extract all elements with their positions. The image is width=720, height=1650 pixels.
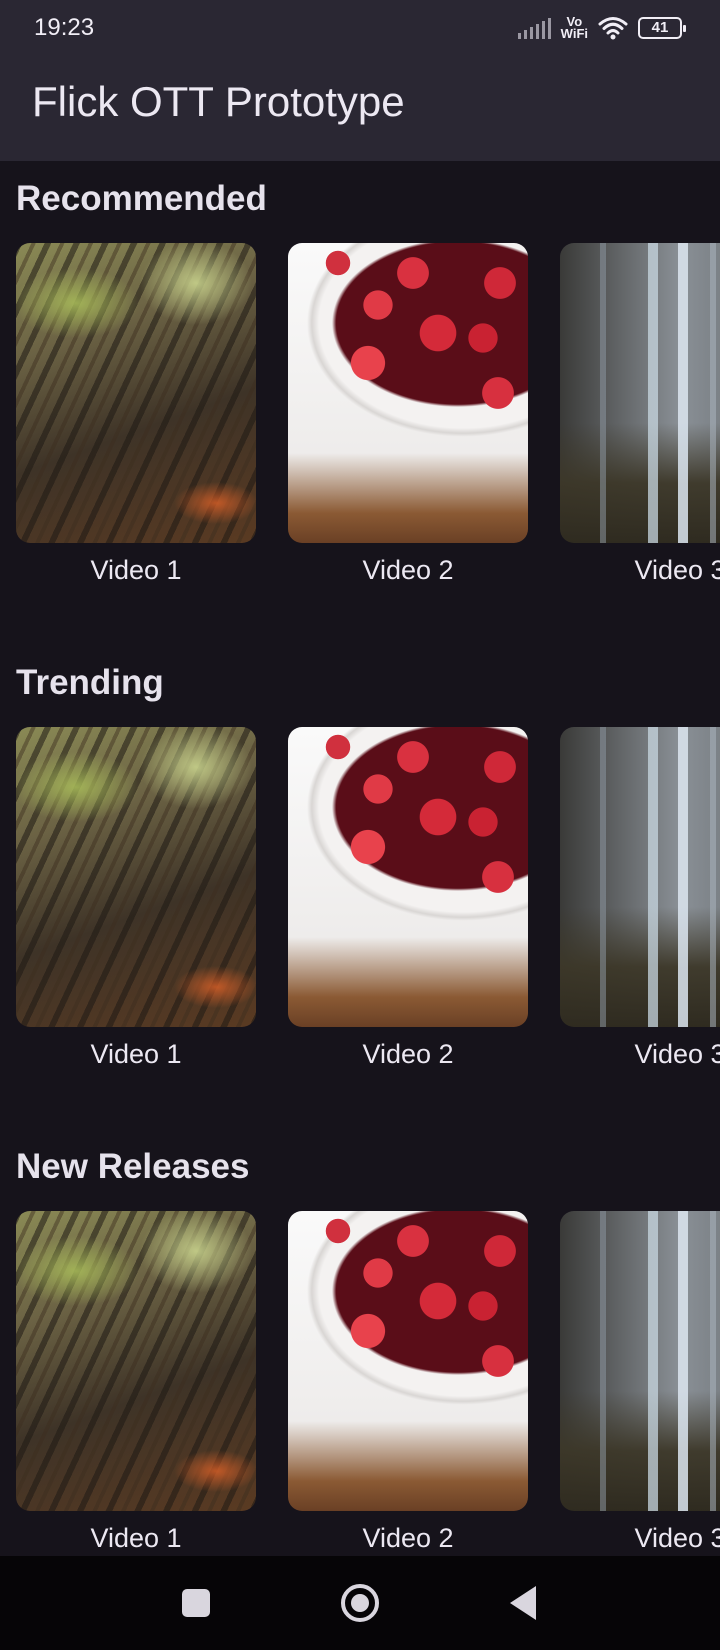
app-bar: Flick OTT Prototype [0, 56, 720, 161]
section-new-releases: New Releases Video 1 Video 2 Video 3 [0, 1129, 720, 1556]
battery-icon: 41 [638, 17, 686, 39]
video-thumbnail[interactable] [560, 1211, 720, 1511]
signal-icon [517, 17, 551, 39]
section-title: Trending [16, 663, 164, 702]
video-label: Video 2 [362, 1039, 454, 1069]
video-carousel[interactable]: Video 1 Video 2 Video 3 [16, 1211, 720, 1556]
system-nav-bar [0, 1556, 720, 1650]
video-thumbnail[interactable] [288, 1211, 528, 1511]
video-label: Video 3 [634, 1039, 720, 1069]
video-carousel[interactable]: Video 1 Video 2 Video 3 [16, 727, 720, 1087]
video-label: Video 1 [90, 1523, 182, 1553]
wifi-icon [598, 17, 628, 40]
video-card[interactable]: Video 1 [16, 1211, 256, 1556]
video-thumbnail[interactable] [560, 243, 720, 543]
video-card[interactable]: Video 2 [288, 1211, 528, 1556]
video-thumbnail[interactable] [288, 243, 528, 543]
section-recommended: Recommended Video 1 Video 2 Video 3 [0, 161, 720, 645]
video-label: Video 1 [90, 555, 182, 585]
video-label: Video 1 [90, 1039, 182, 1069]
video-label: Video 3 [634, 555, 720, 585]
video-card[interactable]: Video 1 [16, 243, 256, 603]
video-thumbnail[interactable] [16, 1211, 256, 1511]
status-bar: 19:23 Vo WiFi 41 [0, 0, 720, 56]
status-time: 19:23 [34, 14, 95, 41]
video-thumbnail[interactable] [560, 727, 720, 1027]
video-carousel[interactable]: Video 1 Video 2 Video 3 [16, 243, 720, 603]
video-thumbnail[interactable] [288, 727, 528, 1027]
content-scroll[interactable]: Recommended Video 1 Video 2 Video 3 Tren… [0, 161, 720, 1556]
section-title: New Releases [16, 1147, 250, 1186]
app-title: Flick OTT Prototype [32, 78, 405, 125]
vowifi-bottom-text: WiFi [560, 26, 588, 41]
video-label: Video 2 [362, 1523, 454, 1553]
video-card[interactable]: Video 3 [560, 727, 720, 1087]
video-card[interactable]: Video 1 [16, 727, 256, 1087]
video-label: Video 3 [634, 1523, 720, 1553]
status-icons: Vo WiFi 41 [517, 14, 686, 42]
section-title: Recommended [16, 179, 267, 218]
video-label: Video 2 [362, 555, 454, 585]
section-trending: Trending Video 1 Video 2 Video 3 [0, 645, 720, 1129]
video-card[interactable]: Video 3 [560, 1211, 720, 1556]
home-circle-icon[interactable] [341, 1584, 379, 1622]
video-thumbnail[interactable] [16, 727, 256, 1027]
video-card[interactable]: Video 2 [288, 727, 528, 1087]
recents-square-icon[interactable] [182, 1589, 210, 1617]
vowifi-icon: Vo WiFi [560, 15, 588, 41]
video-card[interactable]: Video 3 [560, 243, 720, 603]
video-card[interactable]: Video 2 [288, 243, 528, 603]
video-thumbnail[interactable] [16, 243, 256, 543]
back-triangle-icon[interactable] [510, 1586, 536, 1620]
